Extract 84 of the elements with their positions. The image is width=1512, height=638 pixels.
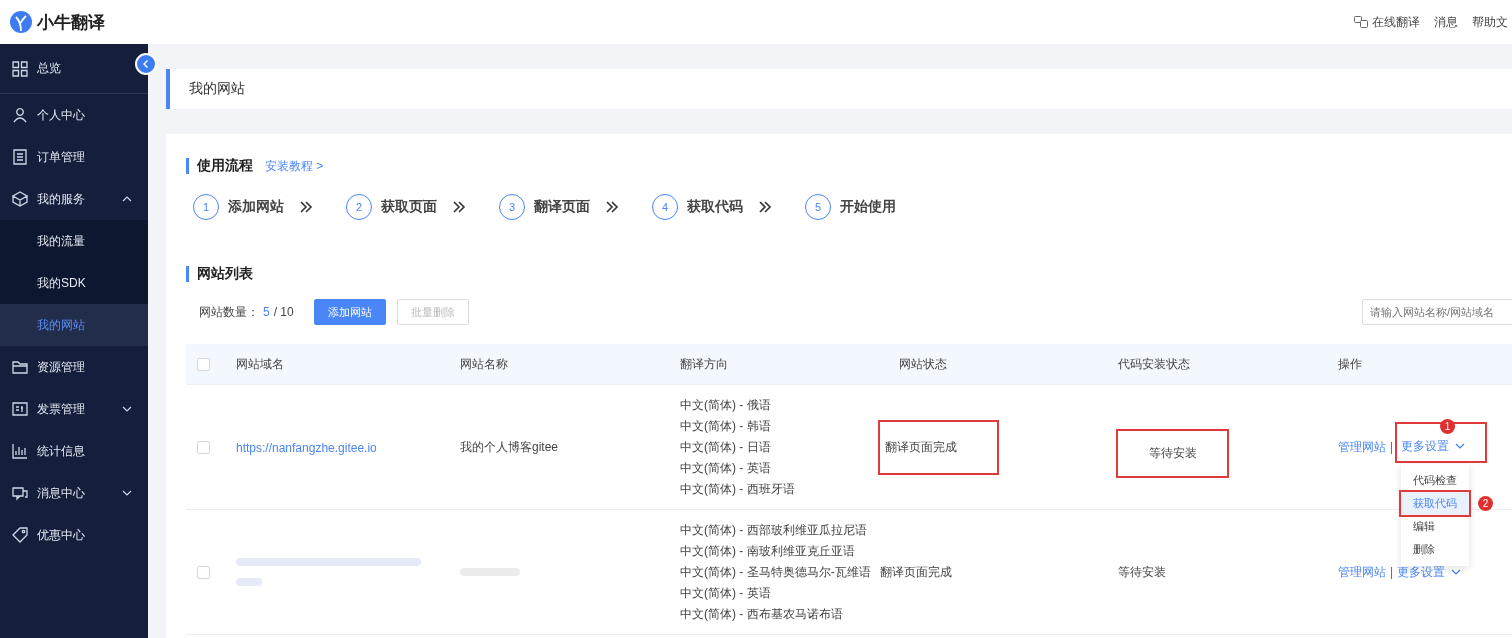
- sidebar-item[interactable]: 总览: [0, 44, 148, 94]
- column-header: 代码安装状态: [1118, 356, 1190, 371]
- folder-icon: [12, 359, 28, 375]
- step-marker: 2: [1478, 495, 1494, 511]
- logo-text: 小牛翻译: [37, 11, 105, 34]
- chevron-down-icon: [1455, 443, 1466, 449]
- chevron-down-icon: [1451, 569, 1462, 575]
- search-field[interactable]: 请输入网站名称/网站域名: [1362, 299, 1512, 325]
- menu-item[interactable]: 代码检查: [1401, 468, 1470, 492]
- sidebar-item[interactable]: 统计信息: [0, 430, 148, 472]
- tutorial-link[interactable]: 安装教程 >: [265, 157, 324, 175]
- step-label: 开始使用: [840, 198, 896, 216]
- column-header: 网站名称: [460, 356, 508, 371]
- header-link[interactable]: 消息: [1434, 13, 1458, 31]
- table-cell: 中文(简体) - 韩语: [680, 418, 771, 434]
- redaction-mark: [236, 578, 262, 586]
- sidebar-item[interactable]: 消息中心: [0, 472, 148, 514]
- site-count: 5: [263, 305, 270, 319]
- sidebar-subitem[interactable]: 我的流量: [0, 220, 148, 262]
- table-cell: 我的个人博客gitee: [460, 439, 559, 454]
- chat-icon: [12, 485, 28, 501]
- menu-item[interactable]: 编辑: [1401, 514, 1470, 538]
- collapse-button[interactable]: [135, 53, 157, 75]
- sidebar-item[interactable]: 个人中心: [0, 94, 148, 136]
- step-marker: 1: [1440, 418, 1456, 434]
- tag-icon: [12, 527, 28, 543]
- row-checkbox[interactable]: [197, 440, 210, 454]
- column-header: 翻译方向: [680, 356, 728, 371]
- section-title: 网站列表: [197, 265, 253, 283]
- step-label: 添加网站: [228, 198, 284, 216]
- step-label: 翻译页面: [534, 198, 590, 216]
- table-cell: 中文(简体) - 英语: [680, 585, 771, 601]
- translate-icon: [1354, 16, 1368, 28]
- step-label: 获取代码: [687, 198, 743, 216]
- sidebar-item[interactable]: 订单管理: [0, 136, 148, 178]
- more-settings-dropdown[interactable]: 更多设置: [1397, 563, 1462, 581]
- grid-icon: [12, 60, 28, 77]
- section-title: 使用流程: [197, 157, 253, 175]
- sidebar-item[interactable]: 资源管理: [0, 346, 148, 388]
- separator-text: |: [1390, 565, 1394, 579]
- table-cell: 中文(简体) - 日语: [680, 439, 771, 455]
- manage-site-link[interactable]: 管理网站: [1338, 563, 1386, 581]
- double-chevron-icon: [300, 201, 313, 213]
- manage-site-link[interactable]: 管理网站: [1338, 438, 1386, 456]
- sidebar-subitem[interactable]: 我的SDK: [0, 262, 148, 304]
- separator-text: |: [1390, 440, 1394, 454]
- sidebar-item[interactable]: 我的服务: [0, 178, 148, 220]
- column-header: 操作: [1338, 356, 1362, 371]
- table-cell: 中文(简体) - 西部玻利维亚瓜拉尼语: [680, 522, 867, 538]
- menu-item[interactable]: 删除: [1401, 537, 1470, 561]
- double-chevron-icon: [606, 201, 619, 213]
- site-domain-link[interactable]: https://nanfangzhe.gitee.io: [236, 440, 377, 455]
- sidebar-item[interactable]: 优惠中心: [0, 514, 148, 556]
- header-link[interactable]: 在线翻译: [1372, 13, 1420, 31]
- sidebar-item[interactable]: 发票管理: [0, 388, 148, 430]
- double-chevron-icon: [453, 201, 466, 213]
- table-cell: 翻译页面完成: [880, 421, 997, 473]
- table-cell: 翻译页面完成: [880, 564, 952, 579]
- column-header: 网站域名: [236, 356, 284, 371]
- table-cell: 中文(简体) - 圣马特奥德马尔-瓦维语: [680, 564, 871, 580]
- chevron-left-icon: [141, 59, 151, 69]
- invoice-icon: [12, 401, 28, 417]
- select-all-checkbox[interactable]: [197, 357, 210, 371]
- table-cell: 中文(简体) - 英语: [680, 460, 771, 476]
- bar-chart-icon: [12, 443, 28, 459]
- header-link[interactable]: 帮助文: [1472, 13, 1508, 31]
- double-chevron-icon: [759, 201, 772, 213]
- user-icon: [12, 107, 28, 123]
- table-cell: 中文(简体) - 南玻利维亚克丘亚语: [680, 543, 855, 559]
- page-title: 我的网站: [189, 80, 245, 98]
- table-cell: 中文(简体) - 西布基农马诺布语: [680, 606, 843, 622]
- table-cell: 等待安装: [1118, 564, 1166, 579]
- step-label: 获取页面: [381, 198, 437, 216]
- table-cell: 中文(简体) - 俄语: [680, 397, 771, 413]
- logo-icon: [10, 11, 32, 33]
- site-total: / 10: [273, 305, 294, 319]
- row-checkbox[interactable]: [197, 565, 210, 579]
- table-cell: 中文(简体) - 西班牙语: [680, 481, 795, 497]
- table-cell: 等待安装: [1118, 430, 1227, 476]
- document-icon: [12, 149, 28, 165]
- column-header: 网站状态: [899, 356, 947, 371]
- sidebar-subitem[interactable]: 我的网站: [0, 304, 148, 346]
- cube-icon: [12, 191, 28, 207]
- count-label: 网站数量：: [199, 303, 259, 321]
